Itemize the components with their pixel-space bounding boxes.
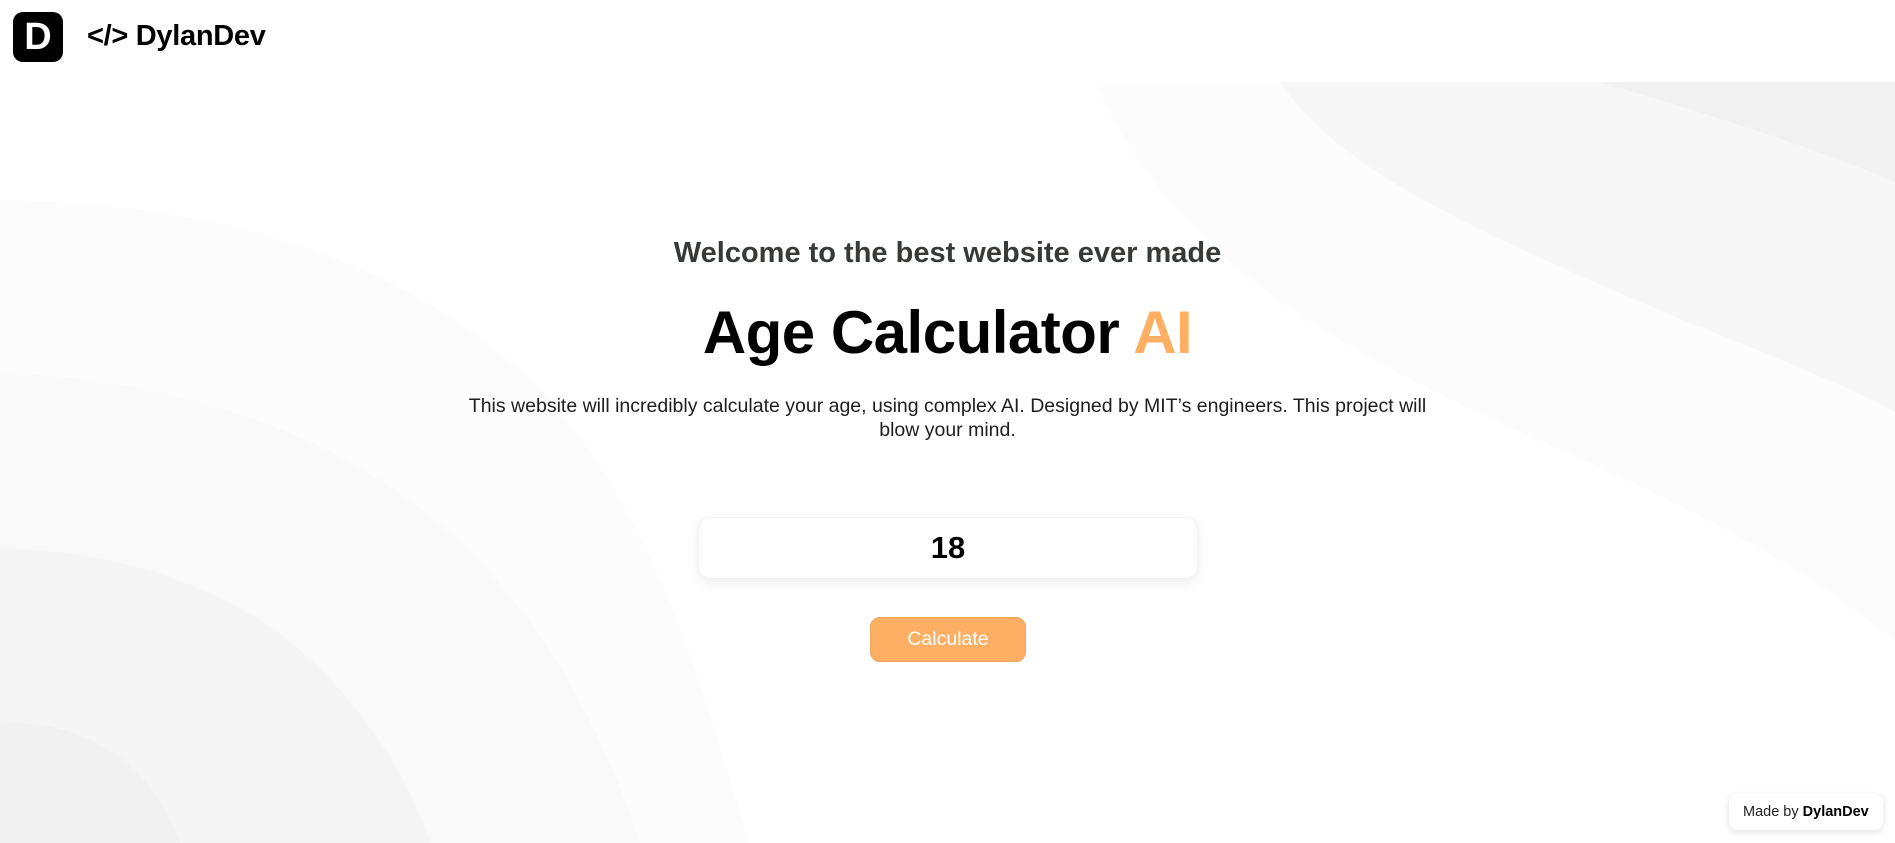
logo-badge[interactable]: D xyxy=(13,12,63,62)
brand-name[interactable]: </> DylanDev xyxy=(87,18,266,54)
made-by-prefix: Made by xyxy=(1743,804,1803,820)
description-text: This website will incredibly calculate y… xyxy=(468,395,1427,441)
made-by-badge[interactable]: Made by DylanDev xyxy=(1729,794,1883,830)
background-waves xyxy=(0,82,1895,843)
site-header: D </> DylanDev xyxy=(0,0,1895,82)
title-main: Age Calculator xyxy=(702,299,1134,366)
page-title: Age Calculator AI xyxy=(0,297,1895,369)
page: D </> DylanDev Welcome to the best websi… xyxy=(0,0,1895,843)
made-by-author: DylanDev xyxy=(1802,804,1869,820)
title-accent: AI xyxy=(1133,299,1193,366)
age-input[interactable] xyxy=(698,517,1198,579)
calculate-button[interactable]: Calculate xyxy=(870,617,1026,662)
welcome-subtitle: Welcome to the best website ever made xyxy=(673,237,1222,269)
